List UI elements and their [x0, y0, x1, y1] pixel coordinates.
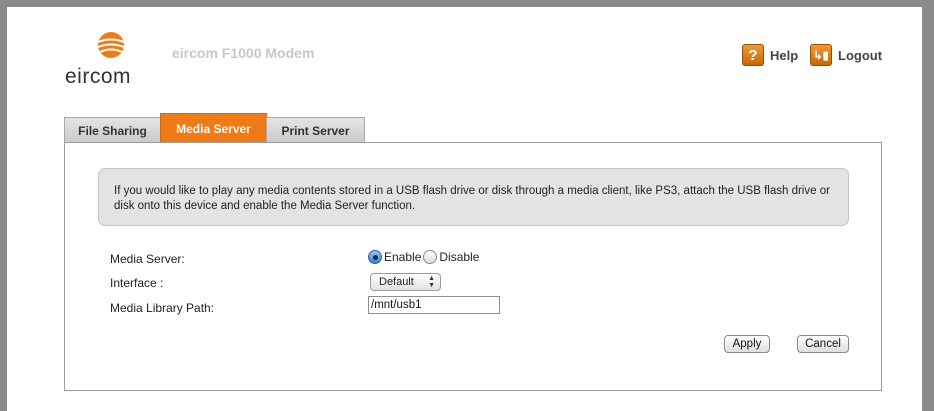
page-frame: eircom eircom F1000 Modem ? Help ↳▮ Logo…: [7, 7, 922, 411]
eircom-swirl-icon: [97, 32, 125, 58]
select-arrows-icon: ▲ ▼: [428, 275, 435, 289]
help-icon: ?: [742, 44, 764, 66]
logout-label: Logout: [838, 47, 883, 63]
interface-label: Interface :: [110, 276, 164, 290]
tab-print-server[interactable]: Print Server: [266, 117, 365, 143]
help-label: Help: [770, 47, 799, 63]
library-path-input[interactable]: [368, 296, 500, 314]
disable-radio[interactable]: [423, 250, 438, 264]
tab-file-sharing[interactable]: File Sharing: [64, 117, 161, 143]
help-link[interactable]: ? Help: [742, 44, 798, 66]
interface-select[interactable]: Default ▲ ▼: [370, 273, 441, 291]
logout-link[interactable]: ↳▮ Logout: [810, 44, 882, 66]
tab-media-server[interactable]: Media Server: [160, 113, 267, 143]
info-message: If you would like to play any media cont…: [98, 168, 849, 226]
cancel-button[interactable]: Cancel: [797, 335, 849, 353]
media-server-panel: If you would like to play any media cont…: [64, 142, 882, 391]
brand-name: eircom: [65, 65, 132, 88]
eircom-logo: eircom: [65, 29, 145, 88]
library-path-label: Media Library Path:: [110, 301, 215, 315]
disable-label[interactable]: Disable: [439, 250, 479, 264]
media-server-label: Media Server:: [110, 252, 185, 266]
logout-icon: ↳▮: [810, 44, 832, 66]
enable-label[interactable]: Enable: [384, 250, 421, 264]
interface-value: Default: [379, 276, 414, 288]
enable-radio[interactable]: [368, 250, 382, 264]
radio-dot-icon: [372, 254, 378, 260]
modem-title: eircom F1000 Modem: [172, 45, 315, 61]
media-server-radio-group: Enable Disable: [368, 250, 479, 264]
apply-button[interactable]: Apply: [724, 335, 770, 353]
